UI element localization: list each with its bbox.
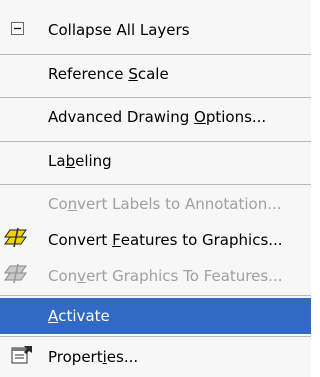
menu-separator bbox=[0, 336, 311, 337]
context-menu: Collapse All Layers Reference Scale Adva… bbox=[0, 0, 311, 377]
collapse-box-icon bbox=[11, 21, 24, 39]
menu-item-advanced-drawing-options[interactable]: Advanced Drawing Options... bbox=[0, 99, 311, 135]
menu-item-activate[interactable]: Activate bbox=[0, 298, 311, 334]
menu-item-convert-labels-to-annotation[interactable]: Co n vert Labels to Annotation... bbox=[0, 186, 311, 222]
menu-item-properties[interactable]: Propert i es... bbox=[0, 339, 311, 375]
graphics-to-features-icon bbox=[4, 263, 28, 289]
menu-item-convert-graphics-to-features[interactable]: Con v ert Graphics To Features... bbox=[0, 258, 311, 294]
menu-item-label: Advanced Drawing Options... bbox=[48, 108, 267, 126]
menu-item-label: Reference Scale bbox=[48, 65, 169, 83]
features-to-graphics-icon bbox=[4, 227, 28, 253]
properties-icon bbox=[11, 345, 33, 369]
menu-item-label: Con v ert Graphics To Features... bbox=[48, 267, 283, 285]
menu-separator bbox=[0, 54, 311, 55]
menu-item-label: La b eling bbox=[48, 152, 112, 170]
menu-item-label: Collapse All Layers bbox=[48, 21, 190, 39]
menu-item-label: Convert Features to Graphics... bbox=[48, 231, 283, 249]
menu-item-label: Activate bbox=[48, 307, 110, 325]
menu-item-convert-features-to-graphics[interactable]: Convert Features to Graphics... bbox=[0, 222, 311, 258]
menu-item-reference-scale[interactable]: Reference Scale bbox=[0, 56, 311, 92]
menu-item-collapse-all-layers[interactable]: Collapse All Layers bbox=[0, 12, 311, 48]
menu-item-labeling[interactable]: La b eling bbox=[0, 143, 311, 179]
menu-separator bbox=[0, 97, 311, 98]
menu-separator bbox=[0, 295, 311, 296]
menu-separator bbox=[0, 184, 311, 185]
menu-item-label: Co n vert Labels to Annotation... bbox=[48, 195, 282, 213]
menu-item-label: Propert i es... bbox=[48, 348, 139, 366]
menu-separator bbox=[0, 141, 311, 142]
